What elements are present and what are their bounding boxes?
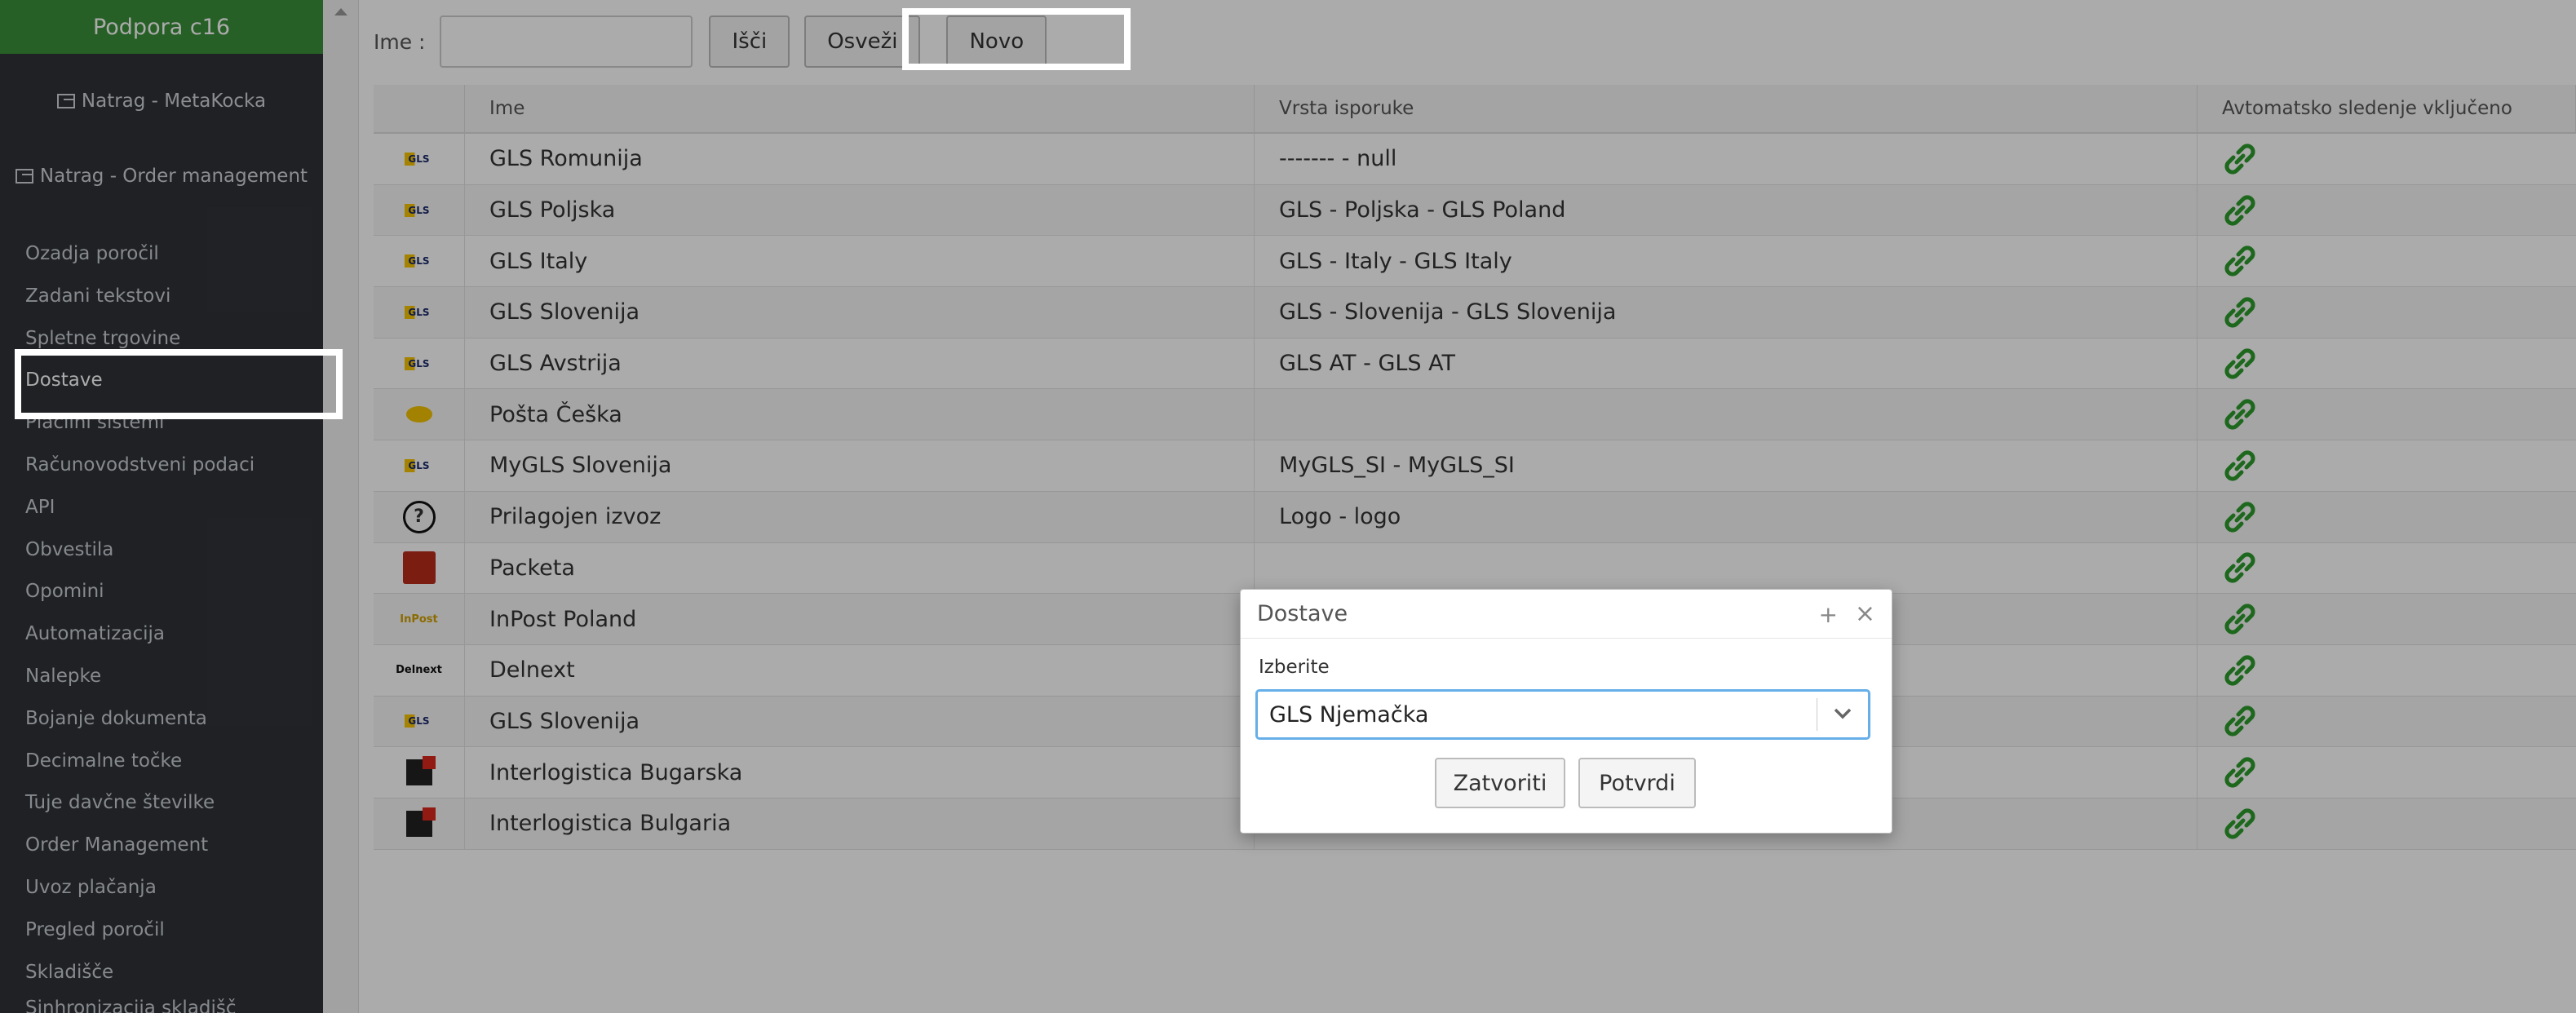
highlight-dostave-menu (15, 349, 343, 419)
dialog-title: Dostave (1257, 601, 1348, 626)
chevron-down-icon[interactable] (1832, 702, 1853, 723)
maximize-icon[interactable]: + (1819, 601, 1838, 628)
selected-value: GLS Njemačka (1269, 701, 1429, 728)
dialog-header: Dostave + × (1241, 590, 1892, 639)
select-label: Izberite (1259, 657, 1330, 678)
modal-backdrop (0, 0, 2576, 1013)
close-icon[interactable]: × (1855, 599, 1875, 628)
cancel-button[interactable]: Zatvoriti (1435, 758, 1565, 808)
highlight-new-button (902, 8, 1131, 70)
confirm-button[interactable]: Potvrdi (1578, 758, 1696, 808)
dostave-dialog: Dostave + × Izberite GLS Njemačka Zatvor… (1240, 589, 1892, 834)
delivery-select[interactable]: GLS Njemačka (1255, 689, 1870, 740)
